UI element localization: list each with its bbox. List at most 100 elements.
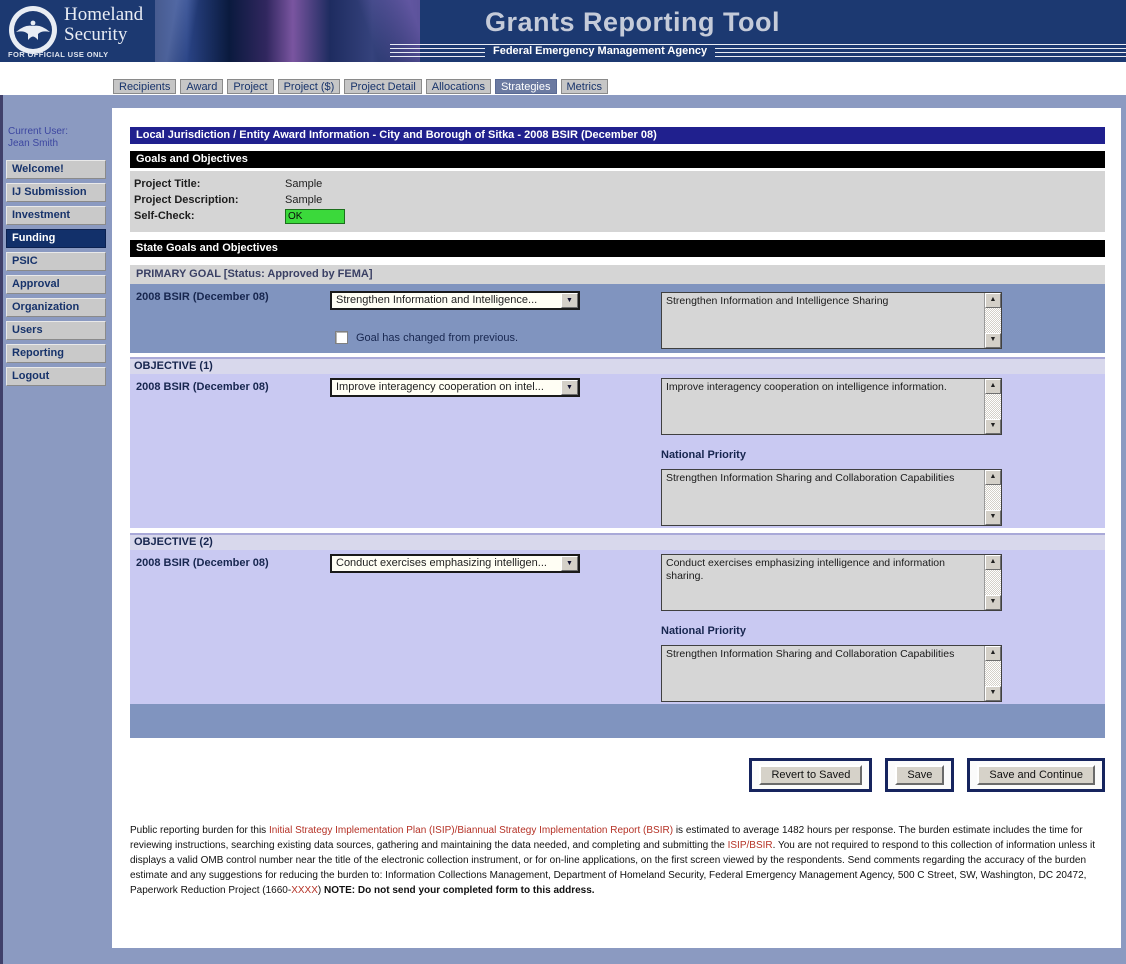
- scrollbar-track[interactable]: [985, 394, 1001, 419]
- tab-project-detail[interactable]: Project Detail: [344, 79, 421, 94]
- tab-strip: Recipients Award Project Project ($) Pro…: [0, 62, 1126, 95]
- tab-strategies[interactable]: Strategies: [495, 79, 557, 94]
- objective-2-text: Conduct exercises emphasizing intelligen…: [662, 555, 984, 610]
- current-user-label: Current User:: [8, 126, 110, 138]
- chevron-down-icon[interactable]: ▼: [561, 556, 578, 571]
- sidebar-item-welcome[interactable]: Welcome!: [6, 160, 106, 179]
- chevron-down-icon[interactable]: ▼: [561, 380, 578, 395]
- sidebar-item-ij-submission[interactable]: IJ Submission: [6, 183, 106, 202]
- primary-goal-text: Strengthen Information and Intelligence …: [662, 293, 984, 348]
- save-continue-button-frame: Save and Continue: [967, 758, 1105, 792]
- logo-line2: Security: [64, 25, 143, 45]
- scroll-down-icon[interactable]: ▼: [985, 333, 1001, 348]
- tab-allocations[interactable]: Allocations: [426, 79, 491, 94]
- state-goals-header: State Goals and Objectives: [130, 240, 1105, 257]
- dhs-seal-icon: [8, 5, 58, 55]
- save-and-continue-button[interactable]: Save and Continue: [977, 765, 1095, 785]
- scrollbar-track[interactable]: [985, 485, 1001, 510]
- scroll-up-icon[interactable]: ▲: [985, 293, 1001, 308]
- objective-2-textbox[interactable]: Conduct exercises emphasizing intelligen…: [661, 554, 1002, 611]
- banner-title-area: Grants Reporting Tool Federal Emergency …: [420, 0, 1126, 62]
- objective-2-section: OBJECTIVE (2) 2008 BSIR (December 08) Co…: [130, 533, 1105, 704]
- self-check-status-badge: OK: [285, 209, 345, 224]
- save-button[interactable]: Save: [895, 765, 944, 785]
- current-user-name: Jean Smith: [8, 138, 110, 150]
- revert-to-saved-button[interactable]: Revert to Saved: [759, 765, 862, 785]
- scroll-up-icon[interactable]: ▲: [985, 470, 1001, 485]
- objective-1-header: OBJECTIVE (1): [130, 359, 1105, 374]
- primary-goal-dropdown[interactable]: Strengthen Information and Intelligence.…: [330, 291, 580, 310]
- tab-recipients[interactable]: Recipients: [113, 79, 176, 94]
- objective-2-period-label: 2008 BSIR (December 08): [136, 557, 269, 569]
- objective-2-header: OBJECTIVE (2): [130, 535, 1105, 550]
- goal-changed-checkbox[interactable]: [335, 331, 348, 344]
- app-subtitle: Federal Emergency Management Agency: [485, 45, 715, 57]
- footer-text-segment: XXXX: [291, 885, 318, 896]
- sidebar-item-organization[interactable]: Organization: [6, 298, 106, 317]
- scrollbar-track[interactable]: [985, 570, 1001, 595]
- sidebar-item-users[interactable]: Users: [6, 321, 106, 340]
- footer-text-segment: ISIP/BSIR: [728, 840, 773, 851]
- scrollbar[interactable]: ▲ ▼: [984, 379, 1001, 434]
- save-button-frame: Save: [885, 758, 954, 792]
- objective-2-national-priority-textbox[interactable]: Strengthen Information Sharing and Colla…: [661, 645, 1002, 702]
- sidebar-item-reporting[interactable]: Reporting: [6, 344, 106, 363]
- page-title: Local Jurisdiction / Entity Award Inform…: [130, 127, 1105, 144]
- sidebar-item-psic[interactable]: PSIC: [6, 252, 106, 271]
- sidebar-item-logout[interactable]: Logout: [6, 367, 106, 386]
- scroll-down-icon[interactable]: ▼: [985, 686, 1001, 701]
- objective-1-dropdown-value: Improve interagency cooperation on intel…: [332, 380, 556, 395]
- paperwork-burden-notice: Public reporting burden for this Initial…: [130, 823, 1105, 898]
- sidebar-item-funding[interactable]: Funding: [6, 229, 106, 248]
- tab-bar: Recipients Award Project Project ($) Pro…: [113, 79, 608, 94]
- scroll-down-icon[interactable]: ▼: [985, 595, 1001, 610]
- primary-goal-textbox[interactable]: Strengthen Information and Intelligence …: [661, 292, 1002, 349]
- main-content-panel: Local Jurisdiction / Entity Award Inform…: [112, 108, 1121, 948]
- revert-button-frame: Revert to Saved: [749, 758, 872, 792]
- footer-text-segment: Public reporting burden for this: [130, 825, 269, 836]
- chevron-down-icon[interactable]: ▼: [561, 293, 578, 308]
- tab-project-dollars[interactable]: Project ($): [278, 79, 341, 94]
- dhs-logo-block: Homeland Security FOR OFFICIAL USE ONLY: [0, 0, 155, 62]
- project-title-value: Sample: [285, 178, 322, 190]
- sidebar: Current User: Jean Smith Welcome! IJ Sub…: [6, 95, 110, 386]
- sidebar-item-investment[interactable]: Investment: [6, 206, 106, 225]
- tab-project[interactable]: Project: [227, 79, 273, 94]
- objective-2-national-priority-label: National Priority: [661, 625, 746, 637]
- objective-1-section: OBJECTIVE (1) 2008 BSIR (December 08) Im…: [130, 357, 1105, 528]
- section-footer-strip: [130, 704, 1105, 738]
- objective-1-textbox[interactable]: Improve interagency cooperation on intel…: [661, 378, 1002, 435]
- scroll-up-icon[interactable]: ▲: [985, 379, 1001, 394]
- objective-2-dropdown[interactable]: Conduct exercises emphasizing intelligen…: [330, 554, 580, 573]
- scroll-up-icon[interactable]: ▲: [985, 646, 1001, 661]
- scrollbar-track[interactable]: [985, 308, 1001, 333]
- footer-text-segment: Initial Strategy Implementation Plan (IS…: [269, 825, 673, 836]
- objective-1-national-priority-textbox[interactable]: Strengthen Information Sharing and Colla…: [661, 469, 1002, 526]
- scrollbar[interactable]: ▲ ▼: [984, 555, 1001, 610]
- action-buttons-row: Revert to Saved Save Save and Continue: [130, 758, 1105, 792]
- primary-goal-dropdown-value: Strengthen Information and Intelligence.…: [332, 293, 556, 308]
- scrollbar[interactable]: ▲ ▼: [984, 646, 1001, 701]
- scrollbar[interactable]: ▲ ▼: [984, 293, 1001, 348]
- self-check-label: Self-Check:: [134, 210, 285, 222]
- scroll-down-icon[interactable]: ▼: [985, 510, 1001, 525]
- current-user-block: Current User: Jean Smith: [6, 126, 110, 150]
- dhs-logo-text: Homeland Security: [64, 5, 143, 45]
- sidebar-item-approval[interactable]: Approval: [6, 275, 106, 294]
- scroll-up-icon[interactable]: ▲: [985, 555, 1001, 570]
- logo-line1: Homeland: [64, 5, 143, 25]
- tab-award[interactable]: Award: [180, 79, 223, 94]
- goals-objectives-header: Goals and Objectives: [130, 151, 1105, 168]
- objective-1-dropdown[interactable]: Improve interagency cooperation on intel…: [330, 378, 580, 397]
- scroll-down-icon[interactable]: ▼: [985, 419, 1001, 434]
- project-description-label: Project Description:: [134, 194, 285, 206]
- scrollbar-track[interactable]: [985, 661, 1001, 686]
- tab-metrics[interactable]: Metrics: [561, 79, 608, 94]
- objective-1-period-label: 2008 BSIR (December 08): [136, 381, 269, 393]
- official-use-label: FOR OFFICIAL USE ONLY: [8, 50, 109, 59]
- banner-photo-collage: [155, 0, 420, 62]
- footer-text-segment: NOTE: Do not send your completed form to…: [324, 885, 595, 896]
- project-description-value: Sample: [285, 194, 322, 206]
- scrollbar[interactable]: ▲ ▼: [984, 470, 1001, 525]
- pinstripe-divider: Federal Emergency Management Agency: [390, 44, 1126, 60]
